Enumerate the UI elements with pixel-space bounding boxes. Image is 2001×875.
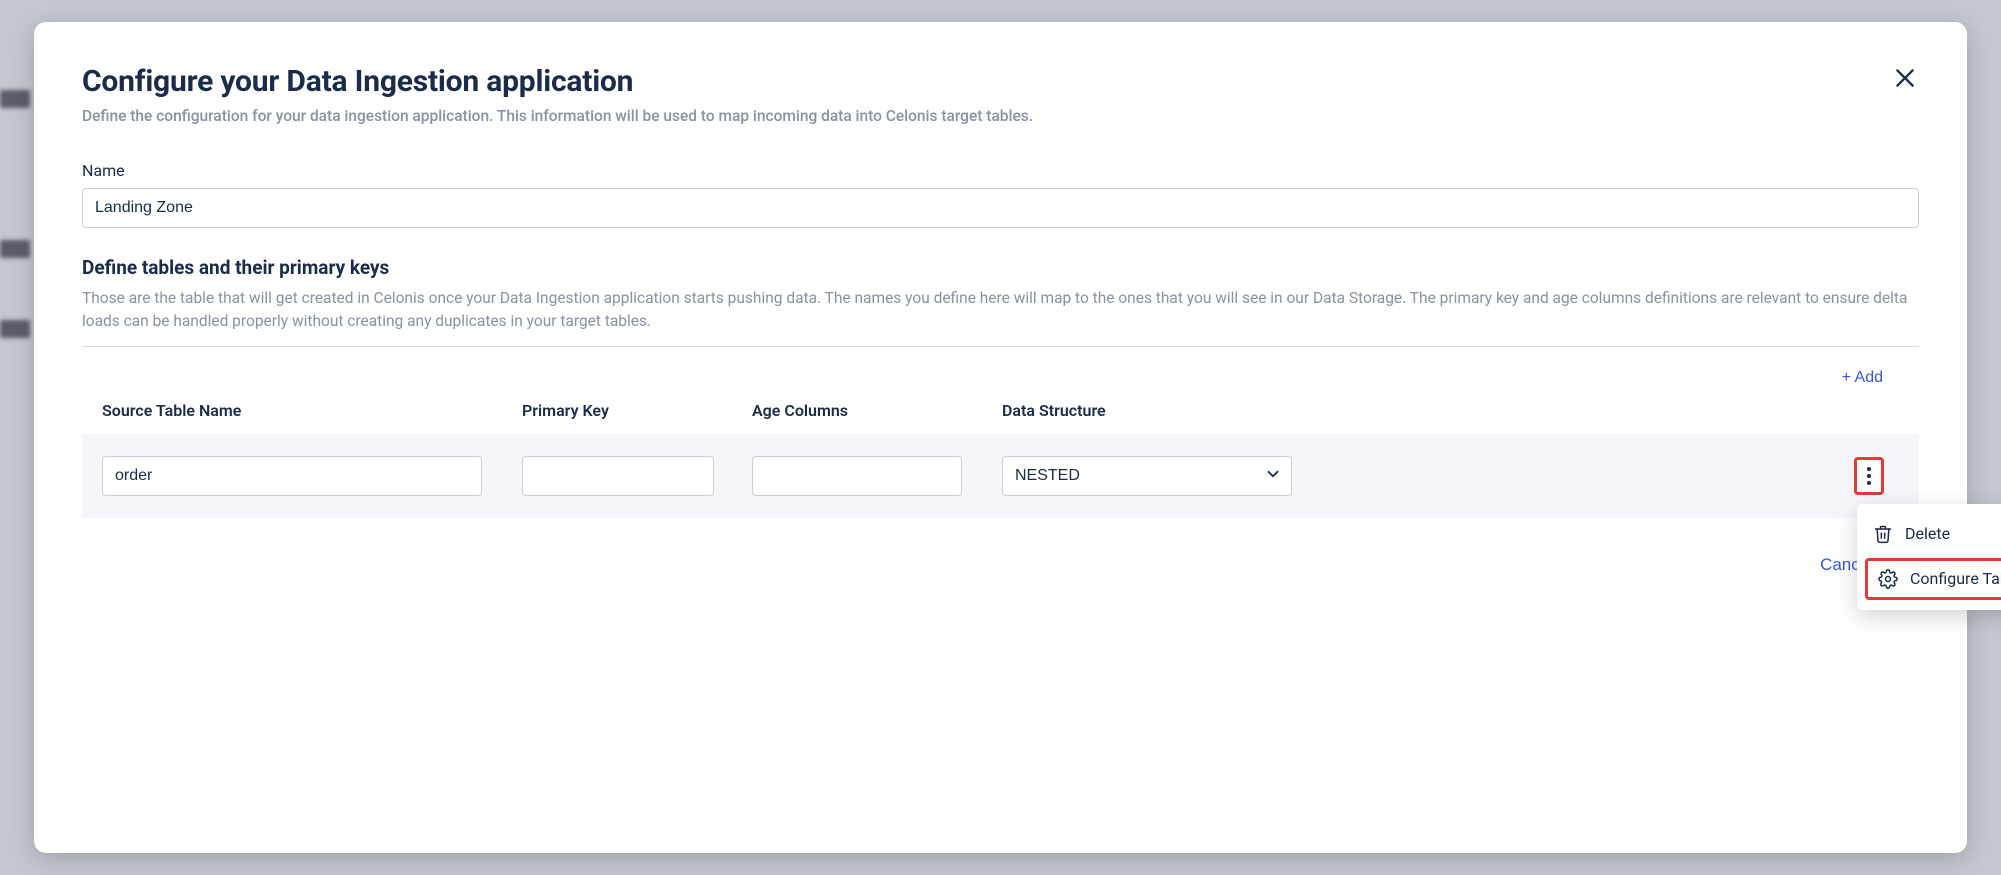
- modal-header: Configure your Data Ingestion applicatio…: [82, 64, 1919, 161]
- row-actions-menu: Delete Configure Table Schema: [1857, 504, 2001, 610]
- configure-table-schema-menu-item[interactable]: Configure Table Schema: [1865, 558, 2001, 600]
- background-blur-item: [0, 320, 30, 338]
- source-table-name-input[interactable]: [102, 456, 482, 496]
- configure-ingestion-modal: Configure your Data Ingestion applicatio…: [34, 22, 1967, 853]
- close-icon: [1892, 65, 1918, 91]
- configure-menu-label: Configure Table Schema: [1910, 569, 2001, 588]
- close-button[interactable]: [1887, 60, 1923, 96]
- col-header-age-columns: Age Columns: [752, 401, 1002, 420]
- section-divider: [82, 346, 1919, 347]
- delete-menu-item[interactable]: Delete: [1857, 514, 2001, 554]
- col-header-data-structure: Data Structure: [1002, 401, 1839, 420]
- background-blur-item: [0, 90, 30, 108]
- col-header-source: Source Table Name: [102, 401, 522, 420]
- name-input[interactable]: [82, 188, 1919, 228]
- delete-menu-label: Delete: [1905, 524, 1950, 543]
- name-label: Name: [82, 161, 1919, 180]
- primary-key-input[interactable]: [522, 456, 714, 496]
- background-blur-item: [0, 240, 30, 258]
- modal-title: Configure your Data Ingestion applicatio…: [82, 64, 1919, 99]
- data-structure-select-wrap: NESTED: [1002, 456, 1292, 496]
- tables-table: Source Table Name Primary Key Age Column…: [82, 401, 1919, 518]
- gear-icon: [1878, 569, 1898, 589]
- add-table-button[interactable]: + Add: [1842, 369, 1883, 387]
- kebab-icon: [1867, 467, 1871, 485]
- add-row-bar: + Add: [82, 369, 1919, 387]
- modal-subtitle: Define the configuration for your data i…: [82, 107, 1919, 125]
- tables-section-title: Define tables and their primary keys: [82, 256, 1919, 279]
- data-structure-select[interactable]: NESTED: [1002, 456, 1292, 496]
- tables-section-desc: Those are the table that will get create…: [82, 287, 1919, 334]
- table-header-row: Source Table Name Primary Key Age Column…: [82, 401, 1919, 434]
- age-columns-input[interactable]: [752, 456, 962, 496]
- table-row: NESTED Delete: [82, 434, 1919, 518]
- trash-icon: [1873, 524, 1893, 544]
- row-actions-button[interactable]: Delete Configure Table Schema: [1854, 457, 1884, 495]
- name-field-group: Name: [82, 161, 1919, 228]
- col-header-primary-key: Primary Key: [522, 401, 752, 420]
- modal-footer: Cancel: [82, 546, 1919, 584]
